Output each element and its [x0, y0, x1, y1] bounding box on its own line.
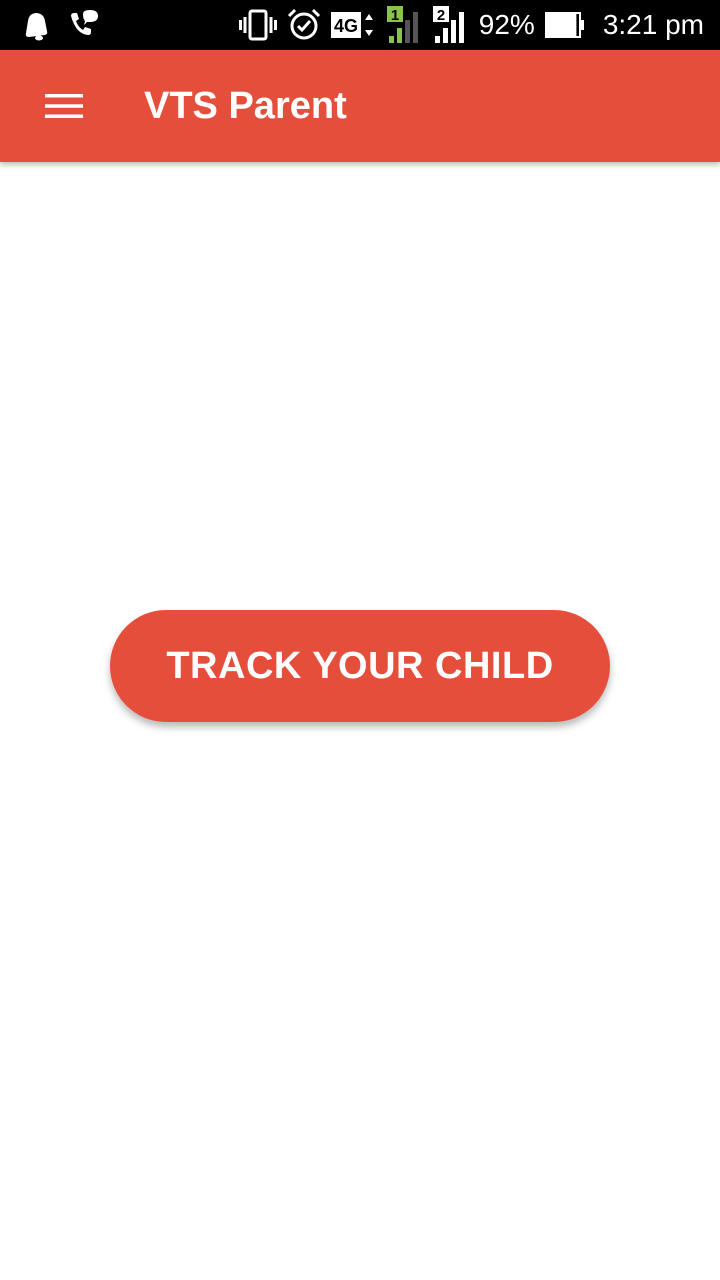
signal-sim1-icon: 1 [386, 6, 423, 44]
signal-sim2-icon: 2 [432, 6, 469, 44]
app-bar: VTS Parent [0, 50, 720, 162]
status-bar: 4G 1 2 92% 3:21 pm [0, 0, 720, 50]
battery-percent: 92% [478, 9, 535, 40]
alarm-icon [287, 8, 321, 42]
network-4g-icon: 4G [330, 8, 377, 42]
track-your-child-button[interactable]: TRACK YOUR CHILD [110, 610, 610, 722]
app-title: VTS Parent [144, 85, 347, 127]
battery-icon [544, 8, 585, 42]
vibrate-icon [238, 8, 277, 42]
menu-button[interactable] [30, 78, 98, 134]
svg-text:2: 2 [437, 7, 445, 24]
hamburger-menu-icon[interactable] [45, 92, 83, 120]
status-bar-indicators: 4G 1 2 92% 3:21 pm [238, 0, 704, 50]
status-bar-notifications [18, 8, 100, 42]
notification-bell-icon [18, 8, 52, 42]
missed-call-icon [66, 8, 100, 42]
clock-time: 3:21 pm [602, 9, 704, 40]
svg-text:4G: 4G [334, 16, 358, 36]
svg-text:1: 1 [391, 7, 399, 24]
